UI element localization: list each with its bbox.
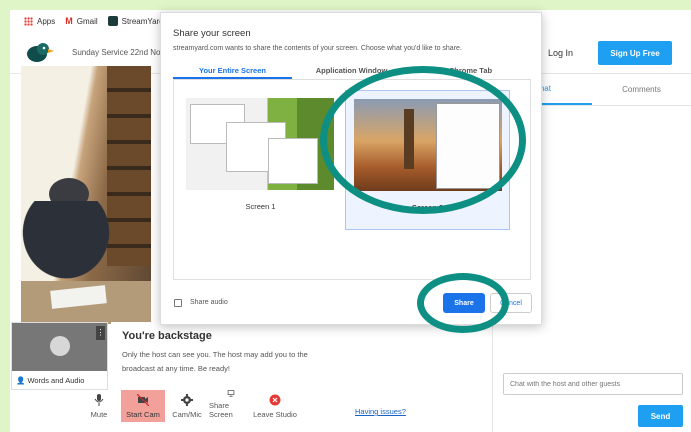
guest-card: ⋮ 👤 Words and Audio — [11, 322, 108, 390]
sign-up-button[interactable]: Sign Up Free — [598, 41, 672, 65]
control-label: Mute — [90, 410, 108, 419]
bookmark-apps[interactable]: Apps — [24, 16, 56, 26]
guest-video: ⋮ — [12, 323, 107, 371]
studio-controls: Mute Start Cam Cam/Mic Share Screen Leav… — [77, 390, 345, 422]
logo-duck-icon — [27, 43, 54, 62]
bookmark-gmail[interactable]: M Gmail — [65, 16, 97, 26]
person-body — [21, 201, 121, 291]
screen-1-label: Screen 1 — [245, 202, 276, 211]
backstage-message: Only the host can see you. The host may … — [122, 350, 308, 373]
guest-name: 👤 Words and Audio — [16, 376, 84, 385]
send-button[interactable]: Send — [638, 405, 683, 427]
camera-off-icon — [137, 394, 149, 406]
control-label: Cam/Mic — [172, 410, 202, 419]
bookmark-label: Apps — [37, 16, 56, 26]
start-cam-button[interactable]: Start Cam — [121, 390, 165, 422]
dialog-title: Share your screen — [173, 28, 251, 39]
screen-option-1[interactable]: Screen 1 — [178, 90, 343, 230]
gear-icon — [181, 394, 193, 406]
share-audio-label: Share audio — [190, 299, 228, 306]
mute-button[interactable]: Mute — [77, 390, 121, 422]
person-icon: 👤 — [16, 376, 26, 385]
more-vertical-icon[interactable]: ⋮ — [96, 326, 105, 340]
dialog-subtitle: streamyard.com wants to share the conten… — [173, 45, 462, 52]
cam-mic-button[interactable]: Cam/Mic — [165, 390, 209, 422]
broadcast-title: Sunday Service 22nd No — [72, 48, 161, 57]
chat-input[interactable] — [503, 373, 683, 395]
control-label: Share Screen — [209, 401, 233, 419]
guest-name-label: Words and Audio — [27, 376, 85, 385]
annotation-ring-share — [417, 273, 509, 333]
share-audio-checkbox[interactable] — [174, 299, 182, 307]
login-link[interactable]: Log In — [548, 48, 573, 58]
streamyard-icon — [107, 16, 118, 26]
microphone-icon — [94, 394, 104, 406]
control-label: Leave Studio — [253, 410, 297, 419]
gmail-icon: M — [65, 16, 73, 26]
backstage-title: You're backstage — [122, 330, 212, 342]
monitor-icon — [227, 390, 235, 397]
bookmark-label: StreamYard — [121, 16, 164, 26]
camera-preview — [21, 66, 151, 324]
tab-comments[interactable]: Comments — [592, 74, 691, 105]
backstage-notice: You're backstage Only the host can see y… — [111, 322, 337, 390]
share-screen-button[interactable]: Share Screen — [209, 390, 253, 422]
annotation-ring-screen-2 — [320, 66, 526, 214]
avatar — [50, 336, 70, 356]
apps-grid-icon — [24, 16, 33, 26]
leave-icon — [269, 394, 281, 406]
control-label: Start Cam — [126, 410, 160, 419]
bookmark-streamyard[interactable]: StreamYard — [107, 16, 164, 26]
tab-entire-screen[interactable]: Your Entire Screen — [173, 64, 292, 79]
screen-1-thumbnail — [186, 98, 334, 190]
bookmark-label: Gmail — [76, 16, 98, 26]
leave-studio-button[interactable]: Leave Studio — [253, 390, 297, 422]
having-issues-link[interactable]: Having issues? — [355, 407, 406, 416]
